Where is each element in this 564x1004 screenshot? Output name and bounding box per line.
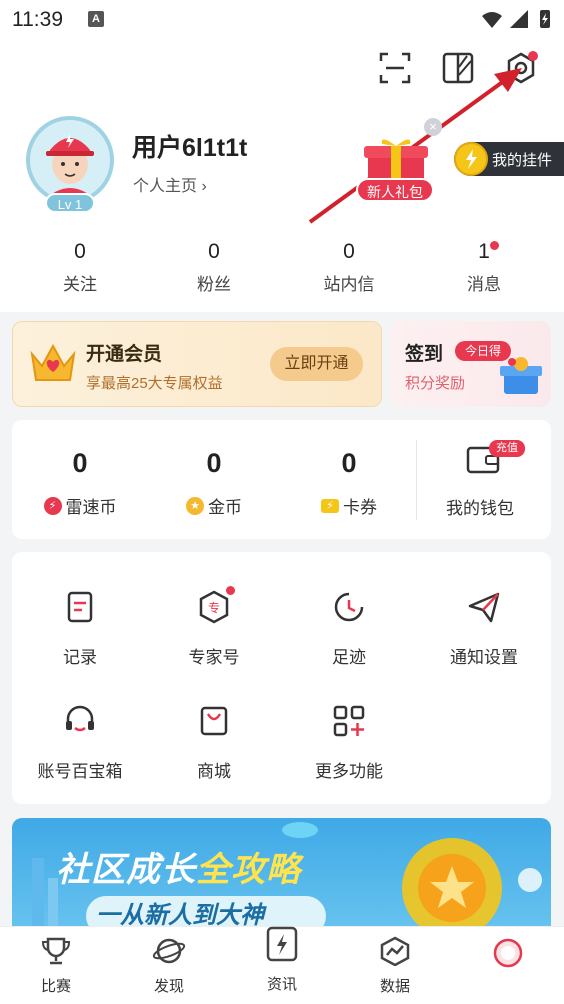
tab-label: 数据 bbox=[379, 978, 410, 995]
stat-label: 消息 bbox=[467, 275, 501, 294]
system-status-icons bbox=[482, 10, 550, 28]
avatar[interactable] bbox=[26, 116, 114, 204]
tab-label: 资讯 bbox=[266, 976, 297, 993]
stat-following[interactable]: 0 关注 bbox=[13, 240, 147, 295]
tab-profile[interactable] bbox=[452, 936, 564, 979]
stat-label: 站内信 bbox=[323, 275, 375, 294]
data-icon bbox=[380, 936, 410, 967]
headset-icon bbox=[66, 705, 94, 732]
feature-more-functions[interactable]: 更多功能 bbox=[282, 704, 416, 782]
coin-label: 雷速币 bbox=[65, 498, 117, 517]
stat-value: 0 bbox=[74, 240, 86, 263]
stat-value: 0 bbox=[208, 240, 220, 263]
reward-box-icon bbox=[500, 357, 542, 394]
coin-label: 金币 bbox=[208, 498, 242, 517]
stat-label: 关注 bbox=[63, 275, 97, 294]
coin-value: 0 bbox=[341, 448, 357, 478]
feature-label: 专家号 bbox=[188, 648, 240, 667]
coin-coupon[interactable]: 0 ⚡ 卡券 bbox=[279, 448, 419, 518]
feature-shop[interactable]: 商城 bbox=[147, 704, 281, 782]
coin-label: 卡券 bbox=[343, 498, 377, 517]
feature-record[interactable]: 记录 bbox=[13, 590, 147, 668]
banner-title: 社区成长全攻略 bbox=[56, 842, 301, 891]
tab-label: 比赛 bbox=[40, 978, 71, 995]
trophy-icon bbox=[41, 937, 71, 965]
planet-icon bbox=[152, 938, 186, 964]
tab-news[interactable]: 资讯 bbox=[226, 924, 338, 994]
signal-icon bbox=[510, 10, 528, 28]
tab-matches[interactable]: 比赛 bbox=[0, 936, 112, 996]
banner-title-part1: 社区成长 bbox=[56, 851, 196, 889]
homepage-link[interactable]: 个人主页 › bbox=[133, 172, 207, 196]
coin-gold[interactable]: 0 ★ 金币 bbox=[144, 448, 284, 518]
open-vip-button[interactable]: 立即开通 bbox=[270, 347, 363, 381]
signin-title: 签到 bbox=[405, 344, 444, 365]
feature-label: 更多功能 bbox=[315, 762, 383, 781]
record-icon bbox=[67, 591, 93, 623]
wallet-divider bbox=[416, 440, 417, 520]
coupon-icon: ⚡ bbox=[321, 498, 339, 513]
wifi-icon bbox=[482, 12, 502, 28]
coin-leisu[interactable]: 0 ⚡ 雷速币 bbox=[10, 448, 150, 518]
news-icon bbox=[266, 926, 298, 962]
gift-close-icon[interactable]: × bbox=[424, 118, 442, 136]
coin-value: 0 bbox=[72, 448, 88, 478]
svg-text:专: 专 bbox=[208, 600, 220, 615]
banner-title-part2: 全攻略 bbox=[196, 851, 301, 889]
tab-label: 发现 bbox=[153, 978, 184, 995]
medal-icon bbox=[454, 142, 488, 176]
app-notification-icon: A bbox=[88, 11, 104, 27]
charge-tag[interactable]: 充值 bbox=[489, 440, 525, 457]
more-functions-icon bbox=[333, 705, 365, 737]
feature-footprint[interactable]: 足迹 bbox=[282, 590, 416, 668]
level-badge: Lv 1 bbox=[45, 193, 95, 213]
avatar-illustration bbox=[30, 120, 110, 200]
vip-title: 开通会员 bbox=[86, 344, 163, 365]
feature-notification-settings[interactable]: 通知设置 bbox=[417, 590, 551, 668]
tab-data[interactable]: 数据 bbox=[339, 936, 451, 996]
stat-value: 1 bbox=[478, 240, 490, 263]
feature-label: 账号百宝箱 bbox=[37, 762, 123, 781]
notification-icon bbox=[468, 592, 500, 623]
gold-coin-icon: ★ bbox=[186, 496, 204, 515]
vip-subtitle: 享最高25大专属权益 bbox=[86, 375, 223, 392]
feature-label: 商城 bbox=[197, 762, 231, 781]
stat-value: 0 bbox=[343, 240, 355, 263]
stat-inbox[interactable]: 0 站内信 bbox=[282, 240, 416, 295]
new-user-gift-label[interactable]: 新人礼包 bbox=[356, 178, 434, 202]
stat-label: 粉丝 bbox=[197, 275, 231, 294]
feature-account-toolbox[interactable]: 账号百宝箱 bbox=[13, 704, 147, 782]
expert-icon: 专 bbox=[199, 590, 229, 624]
footprint-icon bbox=[334, 592, 364, 622]
profile-tab-icon bbox=[493, 938, 523, 968]
my-wallet-label[interactable]: 我的钱包 bbox=[446, 494, 514, 519]
my-pendant-label[interactable]: 我的挂件 bbox=[492, 149, 552, 170]
status-time: 11:39 bbox=[12, 8, 63, 31]
lightning-coin-icon: ⚡ bbox=[43, 496, 62, 515]
coin-value: 0 bbox=[206, 448, 222, 478]
username: 用户6l1t1t bbox=[132, 134, 248, 162]
crown-icon bbox=[30, 343, 76, 381]
signin-subtitle: 积分奖励 bbox=[405, 375, 466, 392]
expert-badge bbox=[226, 586, 235, 595]
feature-label: 通知设置 bbox=[450, 648, 518, 667]
feature-label: 足迹 bbox=[332, 648, 366, 667]
shop-icon bbox=[200, 706, 228, 736]
stat-fans[interactable]: 0 粉丝 bbox=[147, 240, 281, 295]
tab-discover[interactable]: 发现 bbox=[113, 936, 225, 996]
stat-messages[interactable]: 1 消息 bbox=[417, 240, 551, 295]
messages-badge bbox=[490, 241, 499, 250]
feature-expert[interactable]: 专 专家号 bbox=[147, 590, 281, 668]
feature-label: 记录 bbox=[63, 648, 97, 667]
